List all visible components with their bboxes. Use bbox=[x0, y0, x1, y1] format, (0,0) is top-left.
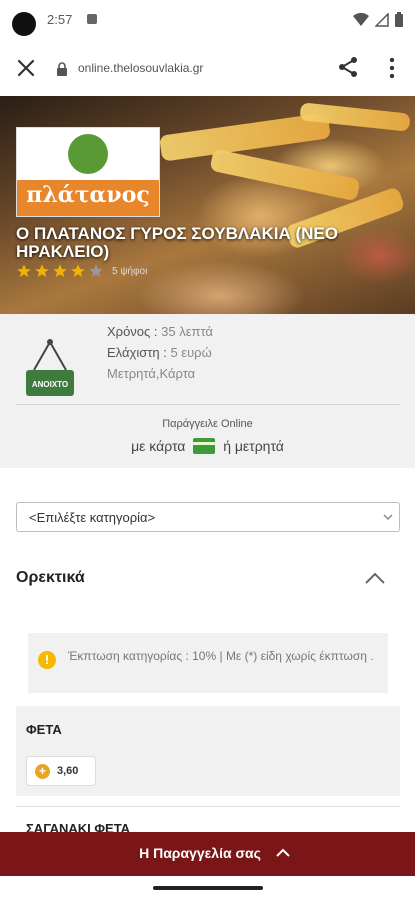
category-select-value: <Επιλέξτε κατηγορία> bbox=[29, 510, 156, 525]
divider bbox=[16, 404, 400, 405]
credit-card-icon bbox=[193, 438, 216, 454]
wifi-icon bbox=[353, 12, 369, 26]
rating-stars: 5 ψήφοι bbox=[16, 263, 147, 279]
system-icons bbox=[353, 12, 403, 27]
status-time: 2:57 bbox=[47, 12, 73, 27]
plus-icon: + bbox=[35, 764, 50, 779]
star-filled-icon bbox=[17, 264, 31, 277]
signal-icon bbox=[375, 12, 389, 27]
restaurant-info: ΑΝΟΙΧΤΟ Χρόνος : 35 λεπτά Ελάχιστη : 5 ε… bbox=[0, 314, 415, 468]
section-title: Ορεκτικά bbox=[16, 569, 85, 586]
order-summary-bar[interactable]: Η Παραγγελία σας bbox=[0, 832, 415, 876]
order-bar-label: Η Παραγγελία σας bbox=[139, 845, 261, 861]
discount-notice-text: Έκπτωση κατηγορίας : 10% | Με (*) είδη χ… bbox=[68, 649, 374, 663]
food-image-detail bbox=[209, 148, 361, 202]
open-sign-text: ΑΝΟΙΧΤΟ bbox=[32, 380, 68, 389]
restaurant-logo: πλάτανος bbox=[16, 127, 160, 217]
share-icon[interactable] bbox=[336, 55, 360, 79]
star-filled-icon bbox=[53, 264, 67, 277]
restaurant-title: Ο ΠΛΑΤΑΝΟΣ ΓΥΡΟΣ ΣΟΥΒΛΑΚΙΑ (ΝΕΟ ΗΡΑΚΛΕΙΟ… bbox=[16, 224, 338, 261]
star-filled-icon bbox=[71, 264, 85, 277]
order-online-label: Παράγγειλε Online bbox=[162, 418, 253, 430]
discount-notice: ! Έκπτωση κατηγορίας : 10% | Με (*) είδη… bbox=[28, 633, 388, 693]
pay-card-text: με κάρτα bbox=[131, 438, 186, 454]
system-nav-area bbox=[0, 876, 415, 900]
chevron-down-icon bbox=[383, 514, 393, 521]
time-label: Χρόνος : bbox=[107, 324, 162, 339]
delivery-time: Χρόνος : 35 λεπτά bbox=[107, 324, 213, 339]
close-icon[interactable] bbox=[14, 56, 38, 80]
product-name: ΦΕΤΑ bbox=[26, 722, 62, 737]
notification-icon bbox=[87, 14, 97, 24]
chevron-up-icon[interactable] bbox=[364, 571, 386, 585]
minimum-order: Ελάχιστη : 5 ευρώ bbox=[107, 345, 212, 360]
chevron-up-icon bbox=[276, 848, 290, 857]
camera-cutout bbox=[12, 12, 36, 36]
product-item: ΦΕΤΑ + 3,60 bbox=[16, 706, 400, 796]
browser-toolbar: online.thelosouvlakia.gr bbox=[0, 40, 415, 97]
min-label: Ελάχιστη : bbox=[107, 345, 171, 360]
lock-icon bbox=[57, 62, 67, 76]
add-to-cart-button[interactable]: + 3,60 bbox=[26, 756, 96, 786]
pay-cash-text: ή μετρητά bbox=[223, 438, 284, 454]
min-value: 5 ευρώ bbox=[170, 345, 212, 360]
logo-text: πλάτανος bbox=[26, 182, 150, 208]
warning-icon: ! bbox=[38, 651, 56, 669]
payment-options: με κάρτα ή μετρητά bbox=[0, 438, 415, 454]
status-bar: 2:57 bbox=[0, 0, 415, 40]
payment-methods: Μετρητά,Κάρτα bbox=[107, 366, 196, 381]
leaf-logo-icon bbox=[68, 134, 108, 174]
more-menu-icon[interactable] bbox=[382, 55, 402, 81]
divider bbox=[16, 806, 400, 807]
open-sign-icon: ΑΝΟΙΧΤΟ bbox=[26, 339, 74, 396]
star-empty-icon bbox=[89, 264, 103, 277]
url-text[interactable]: online.thelosouvlakia.gr bbox=[78, 61, 203, 75]
battery-icon bbox=[395, 12, 403, 27]
category-select[interactable]: <Επιλέξτε κατηγορία> bbox=[16, 502, 400, 532]
category-section-header[interactable]: Ορεκτικά bbox=[16, 569, 400, 593]
product-price: 3,60 bbox=[57, 765, 79, 777]
gesture-handle[interactable] bbox=[153, 886, 263, 890]
rating-count: 5 ψήφοι bbox=[112, 265, 148, 277]
star-filled-icon bbox=[35, 264, 49, 277]
time-value: 35 λεπτά bbox=[161, 324, 213, 339]
